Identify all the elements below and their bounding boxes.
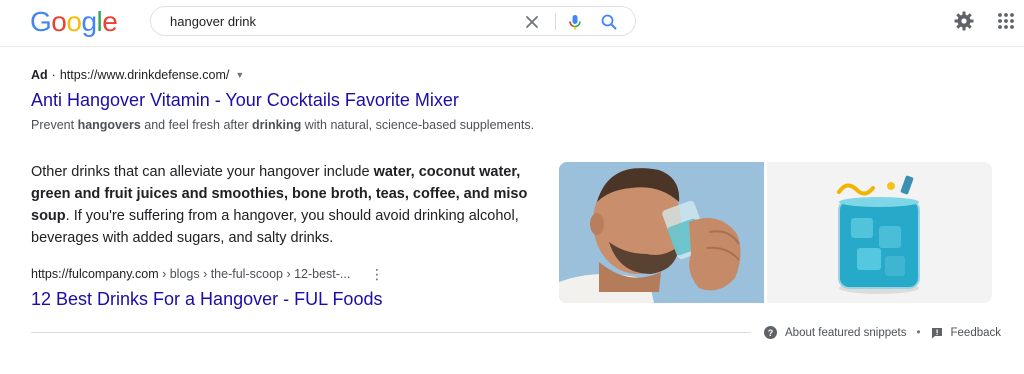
ad-desc-text: Prevent — [31, 118, 78, 132]
ad-desc-bold: drinking — [251, 118, 302, 132]
ad-url-line: Ad · https://www.drinkdefense.com/ ▼ — [31, 68, 244, 82]
logo-letter: e — [102, 6, 118, 37]
feedback-link[interactable]: Feedback — [951, 327, 1002, 339]
caret-down-icon[interactable]: ▼ — [235, 70, 244, 80]
more-options-icon[interactable]: ⋮ — [370, 266, 384, 282]
footer-separator: • — [916, 326, 921, 339]
snippet-footer: ? About featured snippets • Feedback — [764, 326, 1001, 339]
snippet-text: Other drinks that can alleviate your han… — [31, 164, 374, 180]
man-drinking-image[interactable] — [559, 162, 764, 303]
ad-description: Prevent hangovers and feel fresh after d… — [31, 118, 534, 132]
ad-label: Ad — [31, 68, 48, 82]
google-logo[interactable]: Google — [30, 6, 118, 38]
ad-desc-text: and feel fresh after — [140, 118, 252, 132]
result-domain[interactable]: https://fulcompany.com — [31, 267, 159, 281]
ad-separator: · — [51, 68, 56, 82]
ad-desc-text: with natural, science-based supplements. — [301, 118, 535, 132]
about-featured-snippets-link[interactable]: About featured snippets — [785, 327, 906, 339]
featured-snippet-text: Other drinks that can alleviate your han… — [31, 161, 541, 249]
gear-icon[interactable] — [953, 10, 975, 32]
search-box[interactable]: hangover drink — [150, 6, 636, 36]
svg-text:?: ? — [768, 328, 774, 338]
apps-grid-icon[interactable] — [997, 12, 1015, 30]
search-divider — [555, 13, 556, 30]
ad-title-link[interactable]: Anti Hangover Vitamin - Your Cocktails F… — [31, 90, 459, 111]
close-icon[interactable] — [523, 13, 541, 31]
blue-drink-image[interactable] — [767, 162, 992, 303]
snippet-text: . If you're suffering from a hangover, y… — [31, 208, 519, 246]
search-icon[interactable] — [599, 12, 619, 32]
breadcrumb: › blogs › the-ful-scoop › 12-best-... — [158, 267, 351, 281]
top-bar: Google hangover drink — [0, 0, 1024, 47]
logo-letter: o — [51, 6, 67, 37]
help-icon[interactable]: ? — [764, 326, 777, 339]
logo-letter: g — [81, 6, 97, 37]
mic-icon[interactable] — [565, 12, 585, 32]
feedback-icon[interactable] — [931, 327, 943, 339]
search-input[interactable]: hangover drink — [170, 14, 256, 29]
divider — [31, 332, 751, 333]
ad-desc-bold: hangovers — [77, 118, 141, 132]
snippet-images[interactable] — [559, 162, 992, 303]
logo-letter: o — [66, 6, 82, 37]
result-url-line[interactable]: https://fulcompany.com › blogs › the-ful… — [31, 267, 350, 281]
result-title-link[interactable]: 12 Best Drinks For a Hangover - FUL Food… — [31, 289, 382, 310]
logo-letter: G — [30, 6, 52, 37]
ad-url[interactable]: https://www.drinkdefense.com/ — [60, 68, 230, 82]
